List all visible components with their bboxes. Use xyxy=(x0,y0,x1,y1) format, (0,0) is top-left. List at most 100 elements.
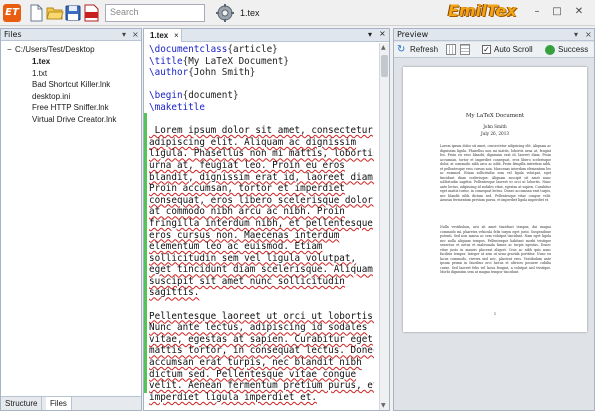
main-toolbar: ET Search 1.tex EmilTex – □ ✕ xyxy=(0,0,595,26)
files-panel-title: Files xyxy=(4,30,22,39)
body-text: Lorem ipsum dolor sit amet, consectetur xyxy=(149,125,373,137)
app-logo-icon[interactable]: ET xyxy=(3,4,21,22)
body-text: blandit, dignissim erat id, laoreet diam… xyxy=(149,171,374,183)
code-line: fringilla interdum nibh, et pellentesque xyxy=(149,218,374,230)
latex-command: \documentclass xyxy=(149,44,228,55)
editor-tab-label: 1.tex xyxy=(150,31,169,40)
code-line: ligula. Phasellus non mi mattis, loborti… xyxy=(149,148,374,160)
code-line: Nunc ante lectus, adipiscing id sodales xyxy=(149,322,374,334)
code-line: sagittis. xyxy=(149,287,374,299)
latex-command: \maketitle xyxy=(149,101,205,113)
editor-scrollbar[interactable]: ▲ ▼ xyxy=(379,43,389,410)
pdf-author: John Smith xyxy=(483,124,507,129)
gear-icon[interactable] xyxy=(215,3,235,23)
scrollbar-thumb[interactable] xyxy=(381,55,388,77)
preview-panel-title: Preview xyxy=(397,30,429,39)
code-line: Proin accumsan, tortor et imperdiet xyxy=(149,183,374,195)
save-icon[interactable] xyxy=(64,4,82,22)
new-file-icon[interactable] xyxy=(27,4,45,22)
code-line: mattis tortor, in consequat lectus. Done… xyxy=(149,345,374,357)
chevron-down-icon[interactable]: ▾ xyxy=(122,29,126,41)
close-icon[interactable]: × xyxy=(132,29,139,41)
code-line: \title{My LaTeX Document} xyxy=(149,55,289,67)
editor-tab-1-tex[interactable]: 1.tex × xyxy=(144,29,182,42)
body-text: ligula. Phasellus non mi mattis, loborti… xyxy=(149,148,374,160)
brand-logo: EmilTex xyxy=(448,1,517,20)
chevron-down-icon[interactable]: ▾ xyxy=(574,29,578,41)
change-marker xyxy=(144,113,147,393)
chevron-down-icon[interactable]: ▾ xyxy=(368,30,372,39)
pdf-export-icon[interactable] xyxy=(82,4,100,22)
code-line: sollicitudin sem vel ligula volutpat, xyxy=(149,253,374,265)
rows-icon[interactable] xyxy=(460,44,470,55)
autoscroll-toggle[interactable]: ✓ Auto Scroll xyxy=(482,43,533,57)
code-line: at commodo nibh arcu ac nibh. Proin xyxy=(149,206,374,218)
code-line: blandit, dignissim erat id, laoreet diam… xyxy=(149,172,374,184)
body-text: accumsan erat turpis, nec blandit nibh xyxy=(149,357,362,369)
body-text: urna at, feugiat leo. Proin eu eros xyxy=(149,159,345,171)
body-text: fringilla interdum nibh, et pellentesque xyxy=(149,217,373,229)
latex-argument: document xyxy=(188,90,233,102)
file-tree-item[interactable]: Bad Shortcut Killer.lnk xyxy=(32,80,110,89)
file-tree-item[interactable]: Virtual Drive Creator.lnk xyxy=(32,115,116,124)
preview-panel-header: Preview ▾ × xyxy=(394,29,594,41)
close-button[interactable]: ✕ xyxy=(571,5,587,19)
pdf-page-number: 1 xyxy=(493,312,497,316)
code-line: imperdiet ligula imperdiet et. xyxy=(149,392,374,404)
body-text: Pellentesque laoreet ut orci ut lobortis… xyxy=(149,310,374,322)
minimize-button[interactable]: – xyxy=(529,5,545,19)
tab-files[interactable]: Files xyxy=(46,397,72,410)
pdf-paragraph: Lorem ipsum dolor sit amet, consectetur … xyxy=(440,144,551,202)
maximize-button[interactable]: □ xyxy=(549,5,565,19)
close-icon[interactable]: × xyxy=(174,29,179,42)
success-status[interactable]: Success xyxy=(544,43,588,57)
code-line: urna at, feugiat leo. Proin eu eros xyxy=(149,160,374,172)
refresh-button[interactable]: Refresh xyxy=(396,43,438,57)
collapse-icon[interactable]: − xyxy=(7,45,15,54)
open-folder-icon[interactable] xyxy=(46,4,64,22)
close-icon[interactable]: × xyxy=(585,29,592,41)
code-line: \maketitle xyxy=(149,102,374,114)
file-tree-item[interactable]: 1.tex xyxy=(32,57,50,66)
tab-structure[interactable]: Structure xyxy=(1,397,43,410)
latex-command: \begin xyxy=(149,90,183,102)
body-text: Nunc ante lectus, adipiscing id sodales xyxy=(149,322,368,334)
tree-root-folder[interactable]: − C:/Users/Test/Desktop xyxy=(7,45,95,54)
code-line: suscipit sit amet nunc sollicitudin xyxy=(149,276,374,288)
latex-command: \title xyxy=(149,55,183,67)
autoscroll-checkbox[interactable]: ✓ xyxy=(482,45,491,54)
scroll-up-icon[interactable]: ▲ xyxy=(381,44,386,51)
code-line: dictum sed. Pellentesque vitae congue xyxy=(149,369,374,381)
body-text: sollicitudin sem vel ligula volutpat, xyxy=(149,252,357,264)
document-title: 1.tex xyxy=(240,8,260,18)
tree-root-label: C:/Users/Test/Desktop xyxy=(15,45,95,54)
pdf-title: My LaTeX Document xyxy=(465,113,525,119)
close-icon[interactable]: × xyxy=(379,29,386,38)
body-text: imperdiet ligula imperdiet et. xyxy=(149,391,317,403)
scroll-down-icon[interactable]: ▼ xyxy=(381,402,386,409)
code-line: accumsan erat turpis, nec blandit nibh xyxy=(149,357,374,369)
latex-argument: My LaTeX Document xyxy=(188,55,284,67)
body-text: sagittis. xyxy=(149,287,200,299)
latex-argument: article xyxy=(232,44,273,55)
code-line: \author{John Smith} xyxy=(149,67,256,79)
columns-icon[interactable] xyxy=(446,44,456,55)
autoscroll-label: Auto Scroll xyxy=(494,45,533,54)
latex-command: \author xyxy=(149,67,189,79)
file-tree-item[interactable]: 1.txt xyxy=(32,69,47,78)
code-line: velit. Aenean fermentum pretium purus, e… xyxy=(149,380,374,392)
body-text: adipiscing elit. Aliquam ac dignissim xyxy=(149,136,357,148)
pdf-preview-page[interactable]: My LaTeX Document John Smith July 26, 20… xyxy=(403,67,587,332)
body-text: elementum leo ac euismod. Etiam xyxy=(149,241,323,253)
file-tree-item[interactable]: desktop.ini xyxy=(32,92,70,101)
files-panel: Files ▾ × − C:/Users/Test/Desktop Structu… xyxy=(0,28,142,411)
preview-panel: Preview ▾ × Refresh ✓ Auto Scroll Succes… xyxy=(393,28,595,411)
body-text: Proin accumsan, tortor et imperdiet xyxy=(149,183,345,195)
file-tree-item[interactable]: Free HTTP Sniffer.lnk xyxy=(32,103,109,112)
code-line: Pellentesque laoreet ut orci ut lobortis… xyxy=(149,311,374,323)
search-input[interactable]: Search xyxy=(105,4,205,22)
code-editor[interactable]: \documentclass{article} \title{My LaTeX D… xyxy=(149,44,374,408)
body-text: suscipit sit amet nunc sollicitudin xyxy=(149,275,345,287)
body-text: eget tincidunt diam scelerisque. Aliquam xyxy=(149,264,373,276)
